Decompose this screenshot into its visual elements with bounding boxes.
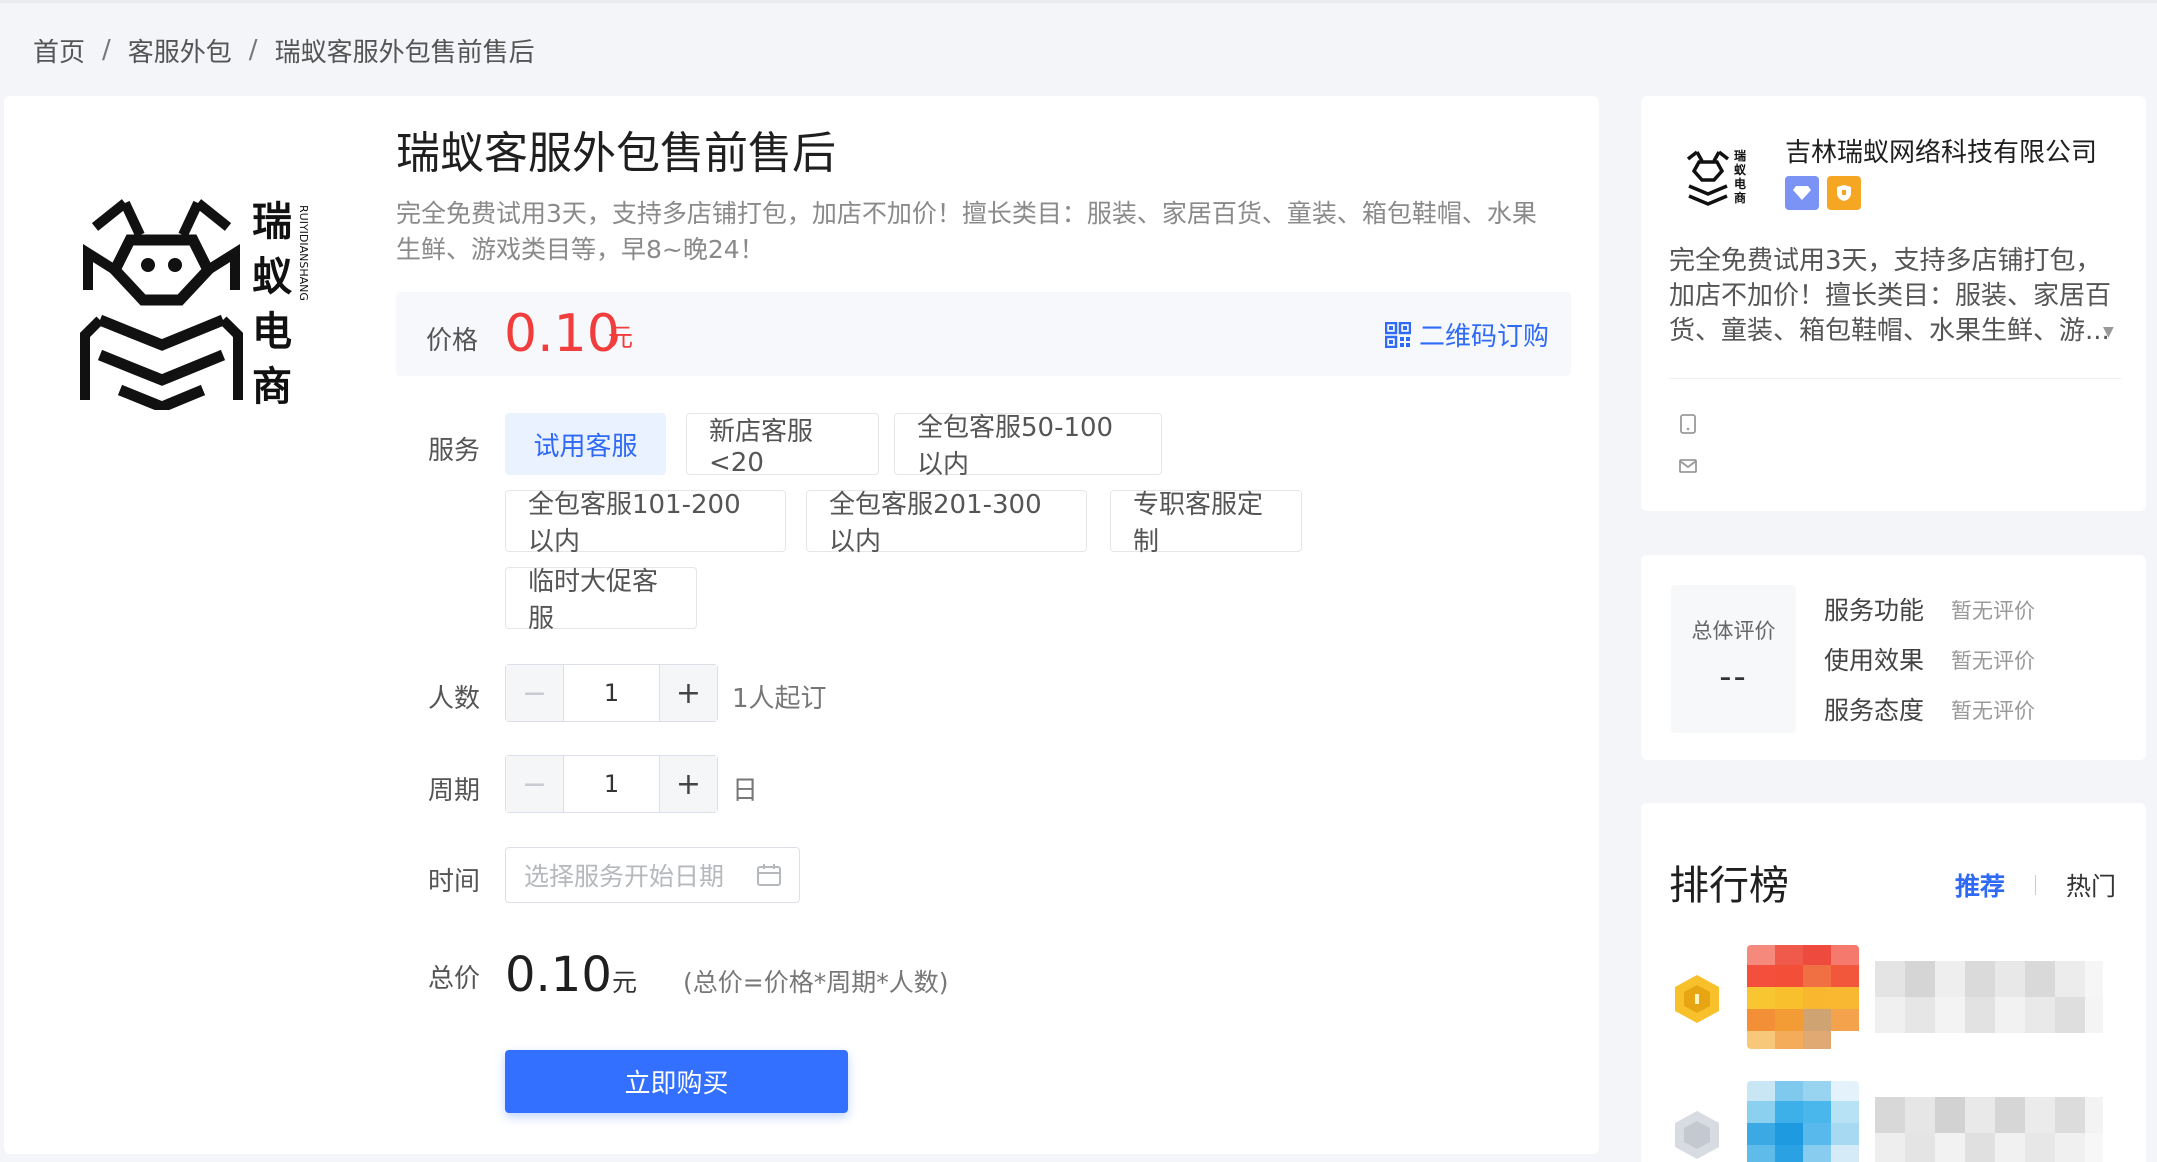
period-minus-button[interactable]: −: [506, 756, 564, 812]
breadcrumb-category[interactable]: 客服外包: [128, 32, 232, 69]
breadcrumb-home[interactable]: 首页: [33, 32, 85, 69]
product-logo: 瑞 蚁 电 商 RUIYIDIANSHANG: [80, 195, 320, 413]
price-unit: 元: [608, 323, 634, 352]
svg-text:瑞: 瑞: [1734, 148, 1746, 163]
service-option-full-50-100[interactable]: 全包客服50-100以内: [894, 413, 1162, 480]
service-option-dedicated[interactable]: 专职客服定制: [1110, 490, 1302, 557]
diamond-badge-icon: [1785, 176, 1819, 210]
service-label: 服务: [428, 436, 481, 466]
company-description: 完全免费试用3天，支持多店铺打包，加店不加价！擅长类目：服装、家居百货、童装、箱…: [1669, 246, 2112, 346]
price-label: 价格: [426, 326, 479, 356]
product-description: 完全免费试用3天，支持多店铺打包，加店不加价！擅长类目：服装、家居百货、童装、箱…: [396, 199, 1537, 264]
company-name[interactable]: 吉林瑞蚁网络科技有限公司: [1785, 132, 2097, 169]
rating-label-attitude: 服务态度: [1824, 696, 1925, 725]
svg-text:电: 电: [1734, 176, 1746, 191]
period-value[interactable]: 1: [564, 756, 659, 812]
tab-hot[interactable]: 热门: [2066, 867, 2116, 903]
expand-caret-icon[interactable]: ▼: [2103, 324, 2114, 340]
overall-rating-label: 总体评价: [1691, 619, 1776, 643]
top-border: [0, 0, 2157, 3]
company-panel: 瑞 蚁 电 商 吉林瑞蚁网络科技有限公司 完全免费试用3天，支持多店铺打包，加店…: [1641, 96, 2146, 511]
start-date-input[interactable]: 选择服务开始日期: [505, 847, 800, 903]
item-text-placeholder: [1875, 961, 2103, 1033]
service-option-full-201-300[interactable]: 全包客服201-300以内: [806, 490, 1087, 557]
svg-text:电: 电: [252, 309, 292, 355]
svg-text:RUIYIDIANSHANG: RUIYIDIANSHANG: [297, 205, 310, 301]
silver-medal-icon: [1675, 1111, 1719, 1159]
breadcrumb-separator: /: [102, 35, 111, 65]
breadcrumb-current: 瑞蚁客服外包售前售后: [274, 37, 535, 68]
overall-rating-value: --: [1719, 657, 1748, 697]
price-bar: 价格 0.10 元 二维码订购: [396, 292, 1571, 376]
total-value: 0.10: [505, 947, 612, 1003]
rating-label-function: 服务功能: [1824, 596, 1925, 625]
overall-rating-box: 总体评价 --: [1671, 585, 1796, 733]
total-formula: (总价=价格*周期*人数): [683, 968, 949, 997]
period-unit: 日: [732, 776, 759, 806]
rating-value-effect: 暂无评价: [1951, 649, 2035, 673]
item-thumbnail-2: [1747, 1081, 1859, 1162]
period-plus-button[interactable]: +: [659, 756, 717, 812]
rating-row: 使用效果 暂无评价: [1824, 641, 2035, 677]
item-thumbnail-1: [1747, 945, 1859, 1049]
ranking-item[interactable]: [1669, 945, 2119, 1055]
time-label: 时间: [428, 867, 481, 897]
product-title: 瑞蚁客服外包售前售后: [396, 128, 836, 179]
shield-badge-icon: [1827, 176, 1861, 210]
period-stepper: − 1 +: [505, 755, 718, 813]
ranking-tabs: 推荐 热门: [1955, 867, 2116, 903]
svg-text:蚁: 蚁: [1734, 162, 1747, 177]
svg-text:商: 商: [252, 364, 292, 410]
svg-text:瑞: 瑞: [252, 199, 292, 245]
period-label: 周期: [428, 776, 481, 806]
people-minus-button[interactable]: −: [506, 665, 564, 721]
start-date-placeholder: 选择服务开始日期: [524, 862, 725, 891]
service-option-trial[interactable]: 试用客服: [505, 413, 666, 475]
tab-recommended[interactable]: 推荐: [1955, 867, 2005, 903]
total-unit: 元: [612, 968, 638, 997]
phone-icon[interactable]: [1679, 414, 1697, 434]
rating-value-attitude: 暂无评价: [1951, 699, 2035, 723]
svg-text:商: 商: [1734, 190, 1746, 205]
item-text-placeholder: [1875, 1097, 2103, 1162]
service-option-full-101-200[interactable]: 全包客服101-200以内: [505, 490, 786, 557]
calendar-icon: [757, 864, 781, 886]
people-label: 人数: [428, 684, 481, 714]
service-option-promo[interactable]: 临时大促客服: [505, 567, 697, 634]
breadcrumb-separator: /: [248, 35, 258, 65]
ranking-panel: 排行榜 推荐 热门: [1641, 803, 2146, 1162]
qrcode-icon: [1384, 321, 1411, 348]
service-option-new-store[interactable]: 新店客服<20: [686, 413, 879, 478]
ant-logo-icon: 瑞 蚁 电 商 RUIYIDIANSHANG: [80, 199, 310, 413]
qr-order-link[interactable]: 二维码订购: [1384, 316, 1549, 353]
qr-order-label: 二维码订购: [1418, 322, 1549, 352]
ranking-title: 排行榜: [1669, 863, 1789, 909]
ranking-item[interactable]: [1669, 1081, 2119, 1162]
buy-now-button[interactable]: 立即购买: [505, 1050, 848, 1113]
rating-panel: 总体评价 -- 服务功能 暂无评价 使用效果 暂无评价 服务态度 暂无评价: [1641, 555, 2146, 760]
people-hint: 1人起订: [732, 684, 827, 714]
people-stepper: − 1 +: [505, 664, 718, 722]
price-value: 0.10: [504, 304, 620, 364]
people-value[interactable]: 1: [564, 665, 659, 721]
rating-row: 服务功能 暂无评价: [1824, 591, 2035, 627]
gold-medal-icon: [1675, 975, 1719, 1023]
svg-text:蚁: 蚁: [252, 254, 293, 300]
company-divider: [1669, 378, 2121, 379]
email-icon[interactable]: [1679, 456, 1697, 476]
total-label: 总价: [428, 964, 481, 994]
rating-value-function: 暂无评价: [1951, 599, 2035, 623]
breadcrumb: 首页 / 客服外包 / 瑞蚁客服外包售前售后: [33, 30, 535, 70]
rating-row: 服务态度 暂无评价: [1824, 691, 2035, 727]
rating-label-effect: 使用效果: [1824, 646, 1925, 675]
tab-divider: [2034, 875, 2036, 895]
company-logo-icon: 瑞 蚁 电 商: [1686, 148, 1747, 206]
people-plus-button[interactable]: +: [659, 665, 717, 721]
